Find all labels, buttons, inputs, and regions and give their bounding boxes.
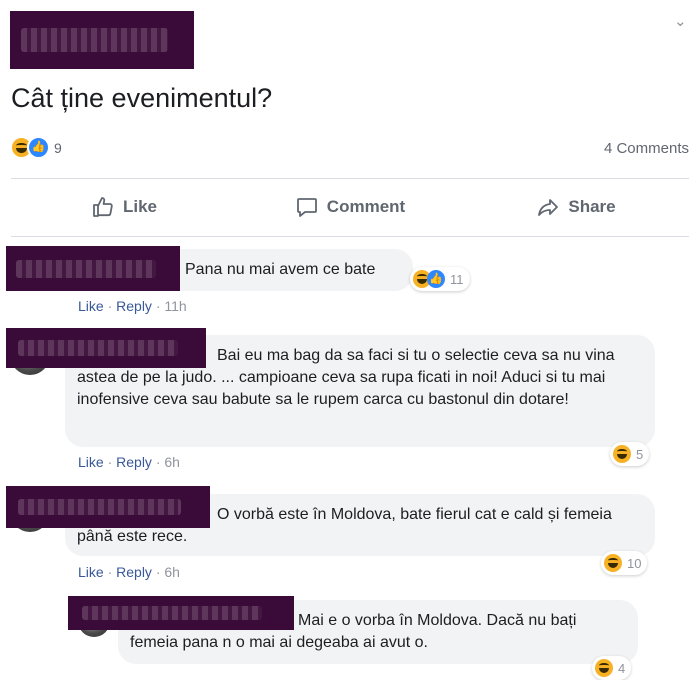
share-arrow-icon [538, 199, 559, 216]
comment-reaction-count: 5 [636, 446, 644, 462]
comment-reactions[interactable]: 10 [601, 551, 648, 575]
comment-reply-link[interactable]: Reply [116, 564, 152, 580]
redacted-commenter-name [6, 246, 180, 291]
redacted-author-name [10, 11, 194, 69]
comment-reactions[interactable]: 👍 11 [410, 267, 470, 291]
comment-button[interactable]: Comment [237, 180, 463, 234]
haha-reaction-icon [604, 554, 622, 572]
post-reactions[interactable]: 👍 9 [10, 136, 62, 159]
redacted-commenter-name [6, 486, 210, 528]
redacted-commenter-name [68, 596, 294, 630]
speech-bubble-icon [296, 198, 317, 217]
share-button[interactable]: Share [463, 180, 689, 234]
comment-reaction-count: 11 [450, 271, 464, 287]
post-actions-bar: Like Comment Share [11, 180, 689, 234]
comment-timestamp[interactable]: 6h [164, 564, 180, 580]
divider [11, 178, 689, 179]
divider [11, 236, 689, 237]
share-button-label: Share [568, 197, 616, 216]
haha-reaction-icon [613, 445, 631, 463]
comments-count-link[interactable]: 4 Comments [604, 140, 689, 157]
thumbs-up-icon [93, 197, 113, 217]
reaction-count: 9 [54, 139, 62, 156]
comment-like-link[interactable]: Like [78, 564, 104, 580]
comment-reply-link[interactable]: Reply [116, 454, 152, 470]
comment-reply-link[interactable]: Reply [116, 298, 152, 314]
like-button-label: Like [122, 197, 158, 216]
comment-reaction-count: 4 [618, 660, 626, 676]
comment-like-link[interactable]: Like [78, 454, 104, 470]
like-reaction-icon: 👍 [27, 136, 50, 159]
comment-meta: Like · Reply · 11h [78, 298, 187, 314]
comment-like-link[interactable]: Like [78, 298, 104, 314]
like-button[interactable]: Like [11, 180, 237, 234]
comment-button-label: Comment [326, 197, 406, 216]
comment-timestamp[interactable]: 6h [164, 454, 180, 470]
comment-reactions[interactable]: 5 [610, 442, 650, 466]
post-title: Cât ține evenimentul? [11, 83, 273, 113]
chevron-down-icon[interactable]: ⌄ [674, 12, 687, 30]
comment-reactions[interactable]: 4 [592, 656, 632, 680]
comment-reaction-count: 10 [627, 555, 642, 571]
redacted-commenter-name [6, 328, 206, 368]
like-reaction-icon: 👍 [427, 270, 445, 288]
comment-text: Pana nu mai avem ce bate [185, 261, 376, 278]
comment-meta: Like · Reply · 6h [78, 564, 180, 580]
haha-reaction-icon [595, 659, 613, 677]
comment-meta: Like · Reply · 6h [78, 454, 180, 470]
comment-timestamp[interactable]: 11h [164, 298, 186, 314]
